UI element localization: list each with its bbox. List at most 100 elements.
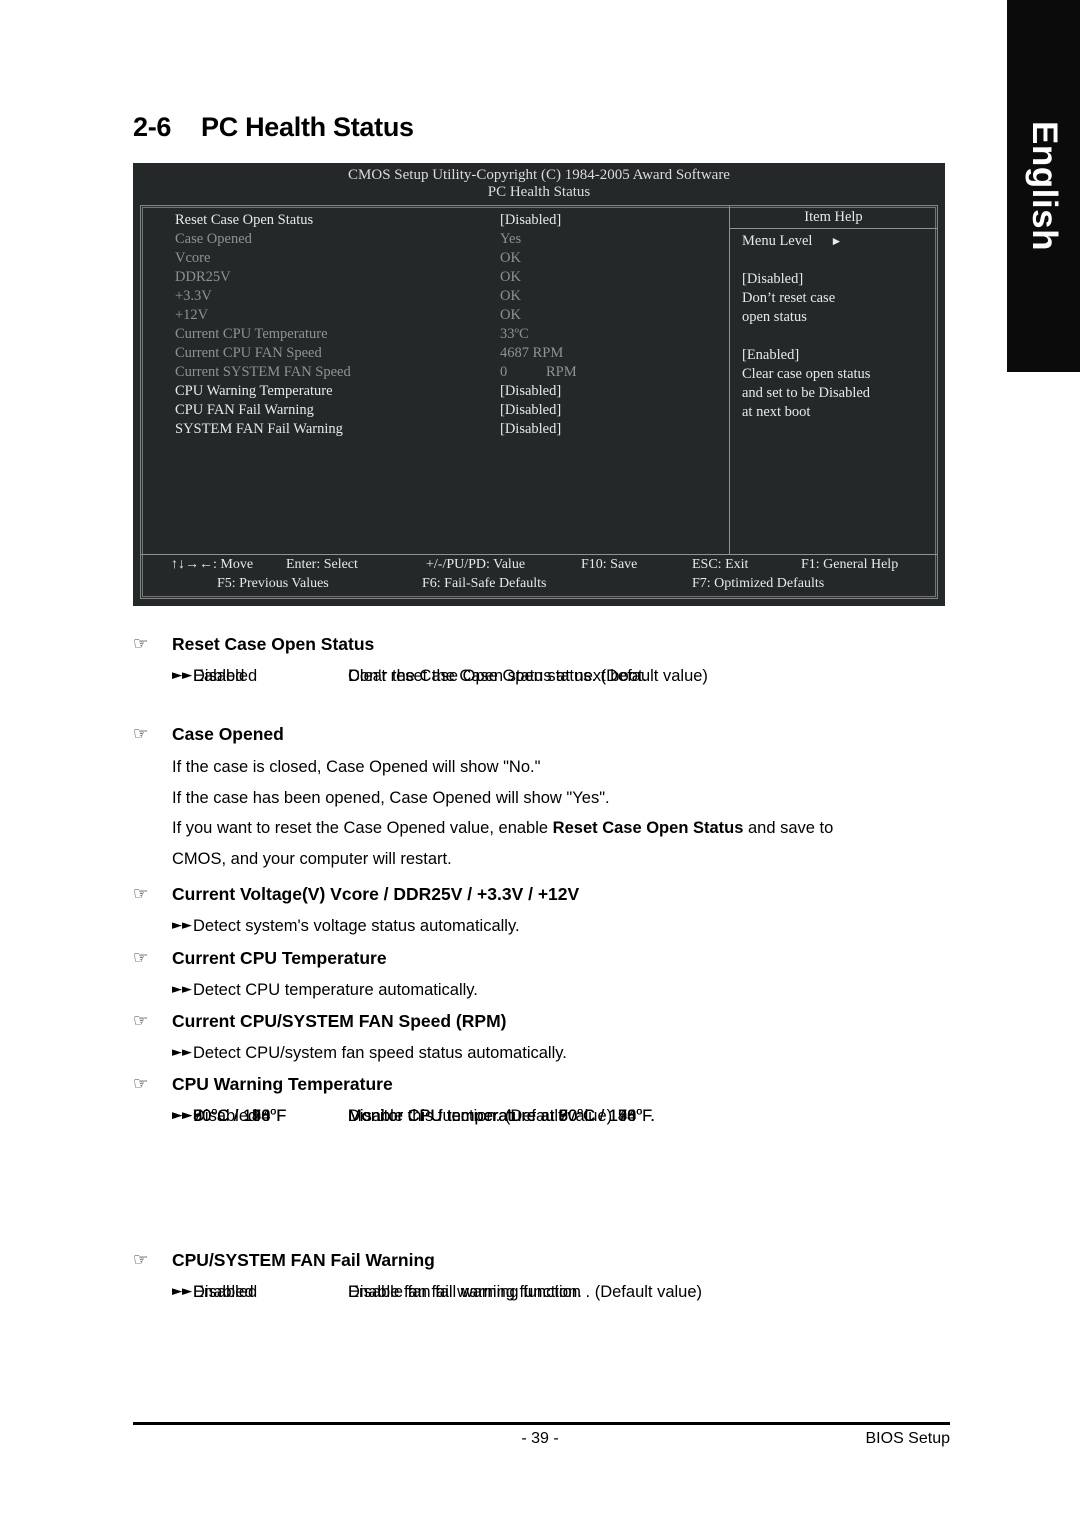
emphasized-term: Reset Case Open Status: [552, 819, 744, 837]
setting-label: Reset Case Open Status: [175, 212, 314, 228]
section-case-opened: ☞ Case Opened If the case is closed, Cas…: [133, 722, 953, 874]
option-description: Enable fan fail warning function.: [348, 1283, 582, 1301]
vertical-divider: [729, 206, 730, 554]
bios-screenshot: CMOS Setup Utility-Copyright (C) 1984-20…: [133, 163, 945, 606]
key-enter: Enter: Select: [286, 557, 358, 572]
section-heading: ☞ Current Voltage(V) Vcore / DDR25V / +3…: [133, 882, 953, 906]
double-arrow-icon: ►►: [172, 982, 192, 997]
section-current-voltage: ☞ Current Voltage(V) Vcore / DDR25V / +3…: [133, 882, 953, 940]
setting-value: [Disabled]: [500, 383, 562, 399]
setting-value: [Disabled]: [500, 421, 562, 437]
section-title: PC Health Status: [201, 112, 414, 142]
setting-label: SYSTEM FAN Fail Warning: [175, 421, 343, 437]
key-esc: ESC: Exit: [692, 557, 749, 572]
help-line: [Disabled]: [742, 271, 804, 287]
paragraph-line: If the case is closed, Case Opened will …: [172, 758, 541, 776]
menu-level-label: Menu Level: [742, 233, 813, 249]
help-title-divider: [730, 228, 937, 229]
pointing-hand-icon: ☞: [133, 884, 149, 904]
bios-title-block: CMOS Setup Utility-Copyright (C) 1984-20…: [133, 163, 945, 201]
bios-frame: Reset Case Open Status [Disabled] Case O…: [140, 205, 938, 599]
setting-value: OK: [500, 307, 521, 323]
setting-value: 33ºC: [500, 326, 529, 342]
setting-label: Vcore: [175, 250, 211, 266]
list-item: ►► Detect CPU temperature automatically.: [133, 976, 953, 1004]
key-help-line-1: ↑↓→←: Move Enter: Select +/-/PU/PD: Valu…: [141, 555, 937, 574]
key-f1: F1: General Help: [801, 557, 899, 572]
setting-value: OK: [500, 288, 521, 304]
section-heading: ☞ Case Opened: [133, 722, 953, 746]
help-line: Clear case open status: [742, 366, 871, 382]
paragraph-line-with-emphasis: If you want to reset the Case Opened val…: [133, 813, 953, 844]
language-tab-label: English: [1024, 121, 1064, 251]
list-item: ►► Detect system's voltage status automa…: [133, 912, 953, 940]
setting-value: Yes: [500, 231, 522, 247]
bios-key-help-bar: ↑↓→←: Move Enter: Select +/-/PU/PD: Valu…: [141, 555, 937, 598]
item-help-title: Item Help: [804, 209, 863, 225]
setting-label: +3.3V: [175, 288, 212, 304]
section-current-cpu-temperature: ☞ Current CPU Temperature ►► Detect CPU …: [133, 946, 953, 1004]
option-label: Enabled: [193, 1283, 254, 1301]
setting-label: CPU FAN Fail Warning: [175, 402, 314, 418]
language-tab: English: [1007, 0, 1080, 372]
key-value: +/-/PU/PD: Value: [426, 557, 526, 572]
paragraph-text-a: If you want to reset the Case Opened val…: [172, 819, 553, 837]
key-f6: F6: Fail-Safe Defaults: [422, 576, 547, 591]
section-heading-label: Current Voltage(V) Vcore / DDR25V / +3.3…: [172, 884, 580, 904]
section-heading: ☞ CPU/SYSTEM FAN Fail Warning: [133, 1248, 953, 1272]
key-f10: F10: Save: [581, 557, 638, 572]
paragraph-line: If the case has been opened, Case Opened…: [172, 788, 610, 807]
pointing-hand-icon: ☞: [133, 1074, 149, 1094]
section-heading-label: Reset Case Open Status: [172, 634, 375, 654]
double-arrow-icon: ►►: [172, 1045, 192, 1060]
pointing-hand-icon: ☞: [133, 634, 149, 654]
help-line: [Enabled]: [742, 347, 800, 363]
double-arrow-icon: ►►: [172, 918, 192, 933]
section-heading: ☞ Current CPU/SYSTEM FAN Speed (RPM): [133, 1009, 953, 1033]
setting-value: [Disabled]: [500, 402, 562, 418]
setting-label: Current CPU FAN Speed: [175, 345, 322, 361]
setting-label: DDR25V: [175, 269, 231, 285]
section-heading-label: Current CPU Temperature: [172, 948, 387, 968]
bios-page-name: PC Health Status: [487, 184, 591, 200]
option-label: Eabled: [193, 667, 245, 685]
help-line: and set to be Disabled: [742, 385, 871, 401]
option-description: Detect CPU/system fan speed status autom…: [193, 1044, 567, 1062]
footer-label: BIOS Setup: [865, 1430, 951, 1447]
paragraph-text-c: and save to: [743, 819, 834, 837]
option-label: Disabled: [193, 1107, 258, 1125]
help-line: Don’t reset case: [742, 290, 836, 306]
section-number: 2-6: [133, 112, 172, 142]
section-heading: ☞ CPU Warning Temperature: [133, 1072, 953, 1096]
setting-label: Current SYSTEM FAN Speed: [175, 364, 351, 380]
key-f5: F5: Previous Values: [217, 576, 329, 591]
pointing-hand-icon: ☞: [133, 1011, 149, 1031]
option-description: Detect CPU temperature automatically.: [193, 981, 478, 999]
double-arrow-icon: ►►: [172, 668, 192, 683]
section-heading-label: CPU/SYSTEM FAN Fail Warning: [172, 1250, 435, 1270]
section-cpu-warning-temperature: ☞ CPU Warning Temperature ►► 60oC / 140o…: [133, 1072, 953, 1125]
pointing-hand-icon: ☞: [133, 948, 149, 968]
pointing-hand-icon: ☞: [133, 1250, 149, 1270]
double-arrow-icon: ►►: [172, 1108, 192, 1123]
help-line: at next boot: [742, 404, 811, 420]
bios-copyright-line: CMOS Setup Utility-Copyright (C) 1984-20…: [348, 167, 730, 183]
section-heading-label: Current CPU/SYSTEM FAN Speed (RPM): [172, 1011, 507, 1031]
setting-value: OK: [500, 269, 521, 285]
section-fan-fail-warning: ☞ CPU/SYSTEM FAN Fail Warning ►► Disable…: [133, 1248, 953, 1301]
setting-value: [Disabled]: [500, 212, 562, 228]
pointing-hand-icon: ☞: [133, 724, 149, 744]
footer-divider: [133, 1422, 950, 1425]
help-line: open status: [742, 309, 807, 325]
page-title: 2-6 PC Health Status: [133, 112, 414, 143]
setting-label: +12V: [175, 307, 209, 323]
paragraph-line: CMOS, and your computer will restart.: [172, 849, 452, 868]
setting-label: Case Opened: [175, 231, 252, 247]
triangle-right-icon: ►: [830, 234, 843, 248]
menu-level-row: Menu Level ►: [742, 232, 931, 251]
item-help-body: Menu Level ► [Disabled] Don’t reset case …: [742, 232, 931, 422]
setting-label: Current CPU Temperature: [175, 326, 328, 342]
option-description: Detect system's voltage status automatic…: [193, 917, 520, 935]
section-heading: ☞ Current CPU Temperature: [133, 946, 953, 970]
